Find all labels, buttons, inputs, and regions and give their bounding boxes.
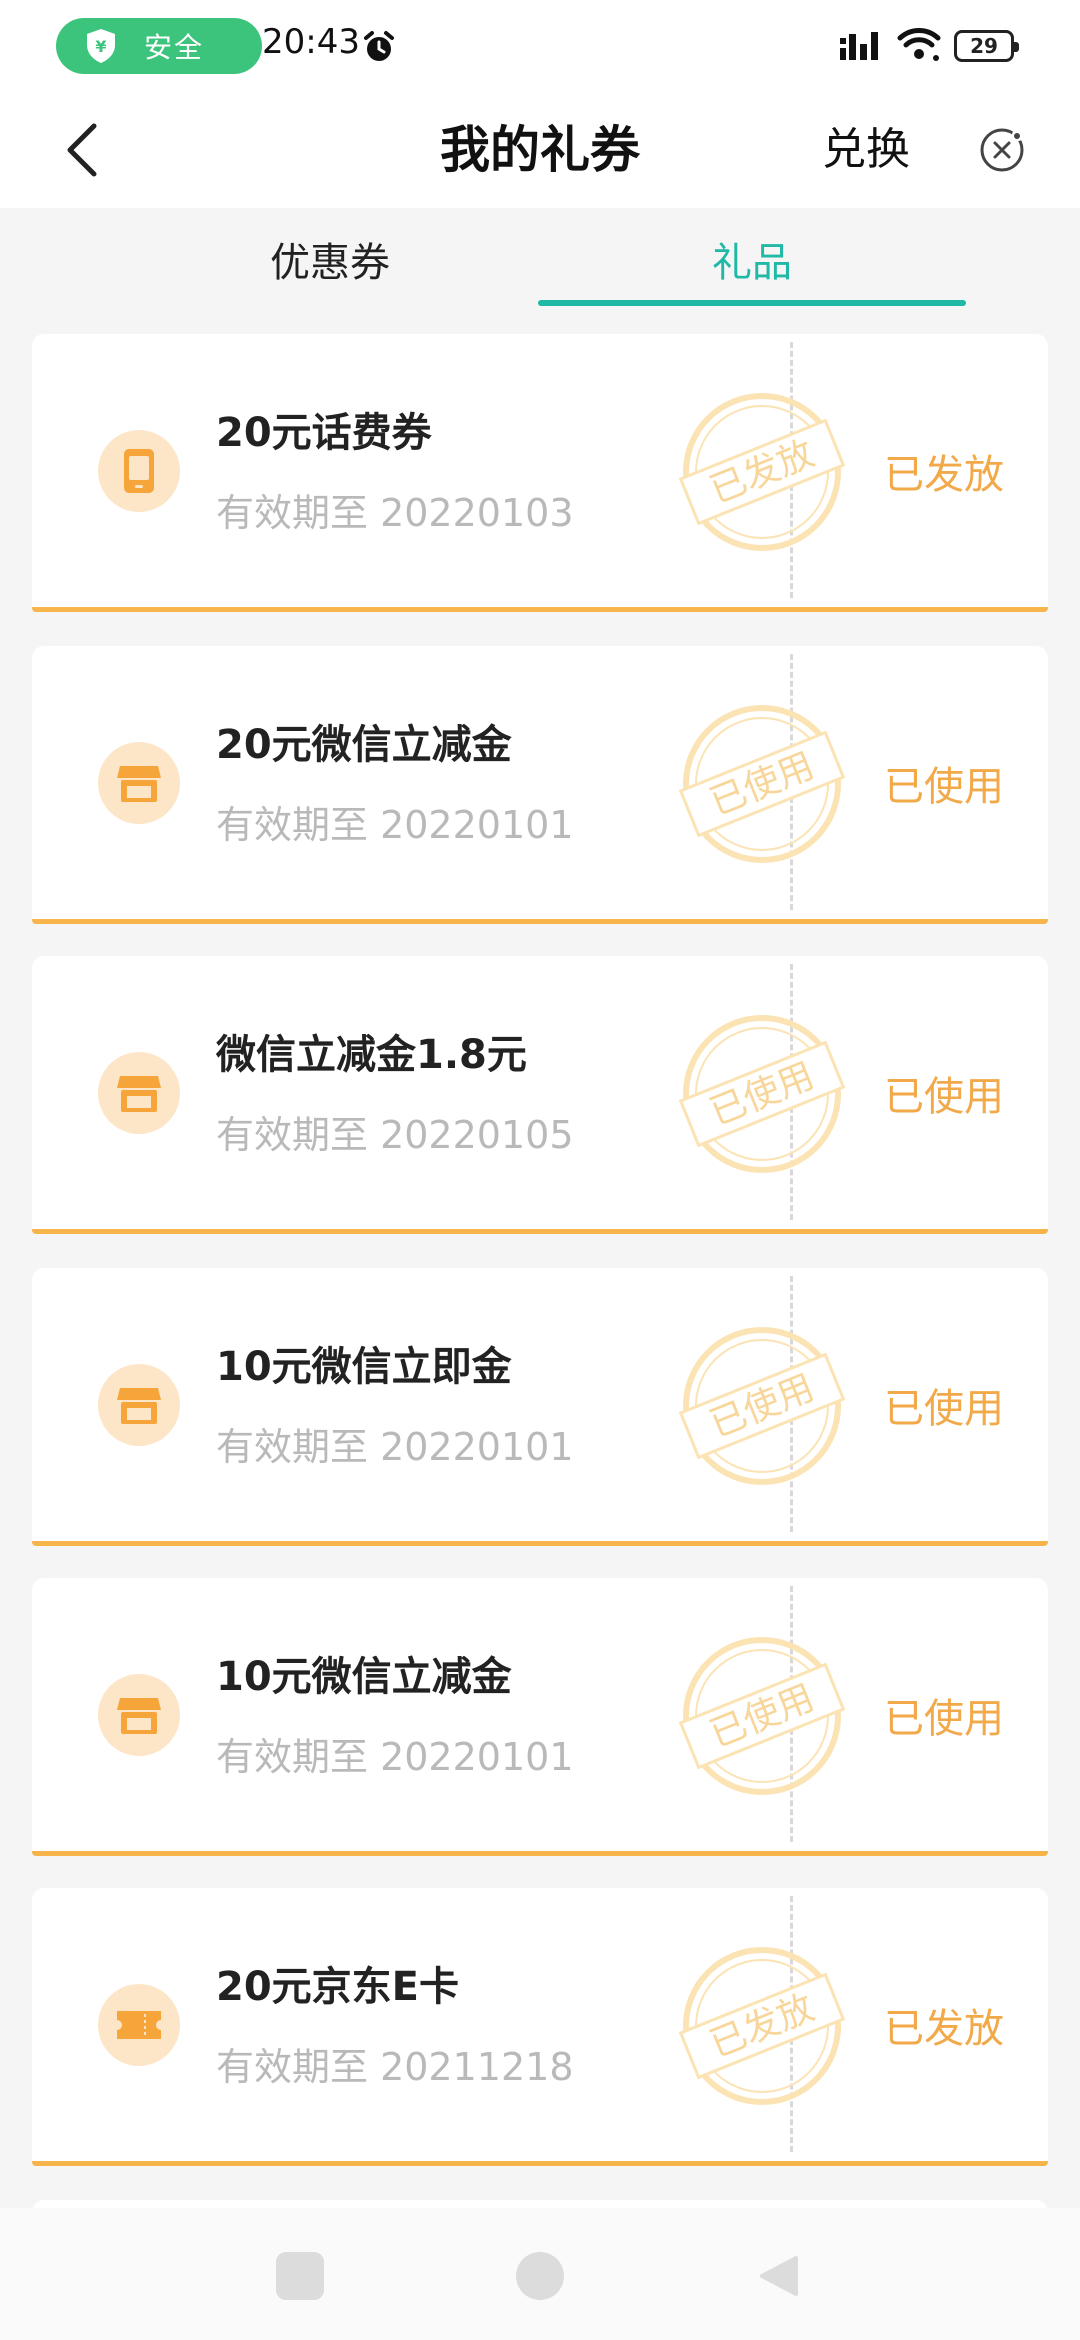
home-button[interactable]: [516, 2252, 564, 2300]
tab-gifts[interactable]: 礼品: [540, 208, 964, 306]
cell-signal-icon: [840, 30, 884, 66]
used-stamp: 已使用: [678, 705, 846, 863]
gift-card[interactable]: 10元微信立减金 有效期至 20220101 已使用 已使用: [32, 1578, 1048, 1856]
gift-expiry: 有效期至 20211218: [216, 2045, 574, 2089]
issued-stamp: 已发放: [678, 1947, 846, 2105]
tab-coupons[interactable]: 优惠券: [140, 208, 520, 306]
gift-name: 20元京东E卡: [216, 1964, 459, 2010]
used-stamp: 已使用: [678, 1637, 846, 1795]
app-header: 我的礼券 兑换: [0, 92, 1080, 208]
triangle-back-icon: [760, 2256, 798, 2296]
issued-stamp: 已发放: [678, 393, 846, 551]
gift-expiry: 有效期至 20220105: [216, 1113, 574, 1157]
gift-status: 已发放: [884, 2006, 1004, 2052]
shop-icon: [98, 742, 180, 824]
close-icon: [980, 128, 1024, 172]
used-stamp: 已使用: [678, 1015, 846, 1173]
clock-time: 20:43: [262, 22, 360, 62]
tab-bar: 优惠券 礼品: [0, 208, 1080, 306]
used-stamp: 已使用: [678, 1327, 846, 1485]
recent-apps-button[interactable]: [276, 2252, 324, 2300]
shop-icon: [98, 1364, 180, 1446]
gift-name: 微信立减金1.8元: [216, 1032, 527, 1078]
gift-card[interactable]: 微信立减金1.8元 有效期至 20220105 已使用 已使用: [32, 956, 1048, 1234]
exchange-button[interactable]: 兑换: [822, 92, 910, 208]
gift-expiry: 有效期至 20220101: [216, 1735, 574, 1779]
gift-status: 已使用: [884, 1696, 1004, 1742]
gift-status: 已使用: [884, 1074, 1004, 1120]
security-label: 安全: [144, 31, 205, 64]
gift-card[interactable]: 20元微信立减金 有效期至 20220101 已使用 已使用: [32, 646, 1048, 924]
alarm-icon: [362, 30, 396, 64]
gift-expiry: 有效期至 20220101: [216, 1425, 574, 1469]
battery-indicator: 29: [954, 30, 1019, 62]
gift-name: 10元微信立减金: [216, 1654, 512, 1700]
page-title: 我的礼券: [440, 121, 640, 179]
gift-expiry: 有效期至 20220103: [216, 491, 574, 535]
status-bar: ¥ 安全 20:43 29: [0, 0, 1080, 92]
gift-status: 已使用: [884, 1386, 1004, 1432]
gift-card[interactable]: 20元话费券 有效期至 20220103 已发放 已发放: [32, 334, 1048, 612]
gift-status: 已使用: [884, 764, 1004, 810]
close-button[interactable]: [964, 112, 1040, 188]
security-badge[interactable]: ¥ 安全: [56, 18, 262, 74]
gift-name: 20元微信立减金: [216, 722, 512, 768]
gift-card[interactable]: 10元微信立即金 有效期至 20220101 已使用 已使用: [32, 1268, 1048, 1546]
system-nav-bar: [0, 2208, 1080, 2340]
ticket-icon: [98, 1984, 180, 2066]
gift-status: 已发放: [884, 452, 1004, 498]
phone-icon: [98, 430, 180, 512]
active-tab-indicator: [538, 300, 966, 306]
svg-text:¥: ¥: [95, 37, 106, 56]
gift-name: 10元微信立即金: [216, 1344, 512, 1390]
system-back-button[interactable]: [756, 2252, 804, 2300]
shop-icon: [98, 1674, 180, 1756]
shop-icon: [98, 1052, 180, 1134]
gift-expiry: 有效期至 20220101: [216, 803, 574, 847]
shield-icon: ¥: [82, 27, 120, 65]
wifi-icon: [896, 26, 942, 68]
gift-name: 20元话费券: [216, 410, 432, 456]
gift-card[interactable]: 20元京东E卡 有效期至 20211218 已发放 已发放: [32, 1888, 1048, 2166]
